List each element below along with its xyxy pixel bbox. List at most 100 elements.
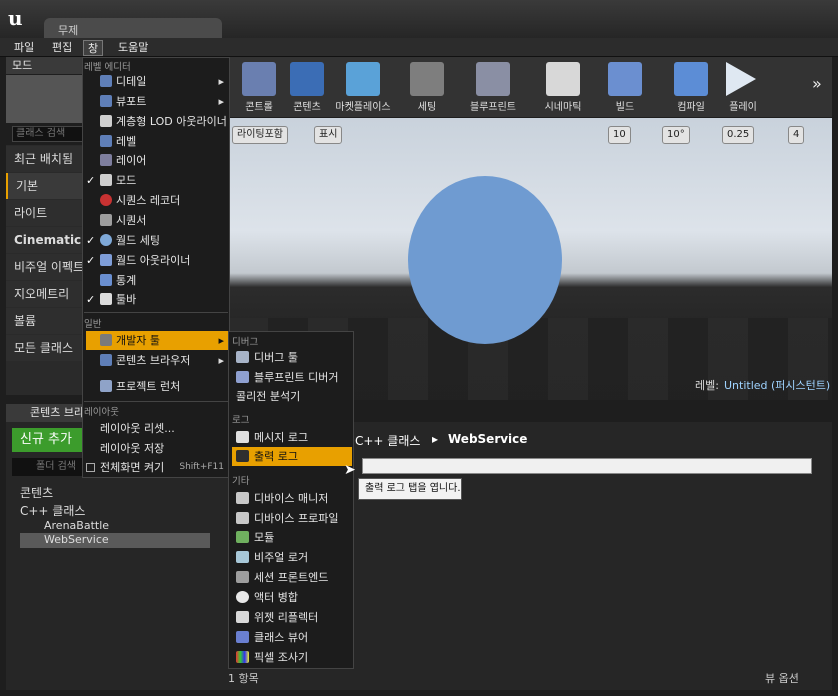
submenu-arrow-icon: ▸ — [218, 334, 224, 347]
tree-cpp-classes[interactable]: C++ 클래스 — [20, 502, 85, 519]
section-debug: 디버그 — [232, 337, 259, 348]
modes-icon — [100, 174, 112, 186]
camera-speed-value[interactable]: 4 — [788, 126, 805, 144]
visual-logger-icon — [236, 551, 249, 563]
submenu-output-log[interactable]: 출력 로그 — [232, 447, 352, 466]
menu-item-world-outliner[interactable]: ✓ 월드 아웃라이너 — [86, 251, 228, 270]
menu-item-project-launcher[interactable]: 프로젝트 런처 — [86, 377, 228, 396]
section-level-editor: 레벨 에디터 — [84, 62, 131, 73]
menu-item-content-browser[interactable]: 콘텐츠 브라우저 ▸ — [86, 351, 228, 370]
menu-item-developer-tools[interactable]: 개발자 툴 ▸ — [86, 331, 228, 350]
menu-window[interactable]: 창 — [83, 40, 104, 56]
section-layout: 레이아웃 — [84, 407, 119, 418]
category-recent[interactable]: 최근 배치됨 — [6, 146, 86, 172]
widget-reflector-icon — [236, 611, 249, 623]
mode-icons-row[interactable] — [6, 75, 86, 123]
path-cpp-classes[interactable]: C++ 클래스 — [355, 432, 420, 449]
category-all-classes[interactable]: 모든 클래스 — [6, 335, 86, 361]
menu-item-levels[interactable]: 레벨 — [86, 132, 228, 151]
menu-item-sequencer[interactable]: 시퀀서 — [86, 211, 228, 230]
folder-search-input[interactable]: 폴더 검색 — [12, 458, 82, 476]
outliner-icon — [100, 254, 112, 266]
checkmark-icon: ✓ — [86, 174, 96, 187]
submenu-class-viewer[interactable]: 클래스 뷰어 — [232, 628, 352, 647]
asset-search-input[interactable] — [362, 458, 812, 474]
submenu-visual-logger[interactable]: 비주얼 로거 — [232, 548, 352, 567]
session-frontend-icon — [236, 571, 249, 583]
submenu-device-manager[interactable]: 디바이스 매니저 — [232, 489, 352, 508]
toolbar-content[interactable]: 콘텐츠 — [276, 58, 338, 116]
developer-tools-icon — [100, 334, 112, 346]
menu-item-reset-layout[interactable]: 레이아웃 리셋... — [86, 419, 228, 438]
category-basic[interactable]: 기본 — [6, 173, 86, 199]
level-name: Untitled (퍼시스턴트) — [724, 379, 831, 392]
toolbar-blueprints[interactable]: 블루프린트 — [462, 58, 524, 116]
blueprint-debugger-icon — [236, 371, 249, 383]
pixel-inspector-icon — [236, 651, 249, 663]
toolbar-marketplace[interactable]: 마켓플레이스 — [332, 58, 394, 116]
menu-item-layers[interactable]: 레이어 — [86, 151, 228, 170]
levels-icon — [100, 135, 112, 147]
toolbar-cinematics[interactable]: 시네마틱 — [532, 58, 594, 116]
checkmark-icon: ✓ — [86, 293, 96, 306]
tree-content-folder[interactable]: 콘텐츠 — [20, 484, 53, 501]
sphere-actor[interactable] — [408, 176, 562, 344]
toolbar-play[interactable]: 플레이 — [712, 58, 774, 116]
menu-item-sequence-recorder[interactable]: 시퀀스 레코더 — [86, 191, 228, 210]
add-new-button[interactable]: 신규 추가 — [12, 428, 84, 452]
class-search-input[interactable]: 클래스 검색 — [12, 126, 84, 142]
submenu-message-log[interactable]: 메시지 로그 — [232, 428, 352, 447]
tree-arenabattle[interactable]: ArenaBattle — [44, 519, 109, 532]
menu-item-world-settings[interactable]: ✓ 월드 세팅 — [86, 231, 228, 250]
category-geometry[interactable]: 지오메트리 — [6, 281, 86, 307]
scale-snap-value[interactable]: 0.25 — [722, 126, 755, 144]
toolbar-overflow-icon[interactable]: » — [812, 74, 822, 93]
submenu-widget-reflector[interactable]: 위젯 리플렉터 — [232, 608, 352, 627]
tree-webservice[interactable]: WebService — [20, 533, 210, 548]
path-webservice[interactable]: WebService — [448, 432, 527, 446]
category-cinematic[interactable]: Cinematic — [6, 227, 86, 253]
section-log: 로그 — [232, 415, 250, 426]
menu-item-hlod-outliner[interactable]: 계층형 LOD 아웃라이너 — [86, 112, 228, 131]
submenu-arrow-icon: ▸ — [218, 75, 224, 88]
submenu-device-profiles[interactable]: 디바이스 프로파일 — [232, 509, 352, 528]
lit-mode-button[interactable]: 라이팅포함 — [232, 126, 288, 144]
category-visual-effects[interactable]: 비주얼 이펙트 — [6, 254, 86, 280]
submenu-modules[interactable]: 모듈 — [232, 528, 352, 547]
menu-help[interactable]: 도움말 — [114, 40, 152, 56]
submenu-merge-actors[interactable]: 액터 병합 — [232, 588, 352, 607]
merge-actors-icon — [236, 591, 249, 603]
grid-snap-value[interactable]: 10 — [608, 126, 631, 144]
menu-edit[interactable]: 편집 — [48, 40, 76, 56]
submenu-session-frontend[interactable]: 세션 프론트엔드 — [232, 568, 352, 587]
menu-item-fullscreen[interactable]: 전체화면 켜기 Shift+F11 — [86, 458, 228, 477]
play-icon — [726, 62, 756, 96]
submenu-arrow-icon: ▸ — [218, 95, 224, 108]
menu-item-toolbar[interactable]: ✓ 툴바 — [86, 290, 228, 309]
category-lights[interactable]: 라이트 — [6, 200, 86, 226]
menu-item-details[interactable]: 디테일 ▸ — [86, 72, 228, 91]
rotation-snap-value[interactable]: 10° — [662, 126, 690, 144]
submenu-debug-tools[interactable]: 디버그 툴 — [232, 348, 352, 367]
toolbar-settings[interactable]: 세팅 — [396, 58, 458, 116]
category-volumes[interactable]: 볼륨 — [6, 308, 86, 334]
menu-item-viewports[interactable]: 뷰포트 ▸ — [86, 92, 228, 111]
show-button[interactable]: 표시 — [314, 126, 343, 144]
menu-separator — [84, 312, 228, 313]
menu-item-modes[interactable]: ✓ 모드 — [86, 171, 228, 190]
record-icon — [100, 194, 112, 206]
toolbar-build[interactable]: 빌드 — [594, 58, 656, 116]
menu-item-statistics[interactable]: 통계 — [86, 271, 228, 290]
level-tab-label: 무제 — [58, 24, 79, 37]
view-options-button[interactable]: 뷰 옵션 — [765, 670, 799, 686]
submenu-blueprint-debugger[interactable]: 블루프린트 디버거 — [232, 368, 352, 387]
menu-item-save-layout[interactable]: 레이아웃 저장 — [86, 439, 228, 458]
submenu-pixel-inspector[interactable]: 픽셀 조사기 — [232, 648, 352, 667]
submenu-collision-analyzer[interactable]: 콜리전 분석기 — [232, 387, 352, 406]
checkbox-icon[interactable] — [86, 463, 95, 472]
source-control-icon — [242, 62, 276, 96]
mouse-cursor-icon: ➤ — [344, 462, 356, 478]
menu-file[interactable]: 파일 — [10, 40, 38, 56]
checkmark-icon: ✓ — [86, 254, 96, 267]
item-count: 1 항목 — [228, 672, 259, 685]
